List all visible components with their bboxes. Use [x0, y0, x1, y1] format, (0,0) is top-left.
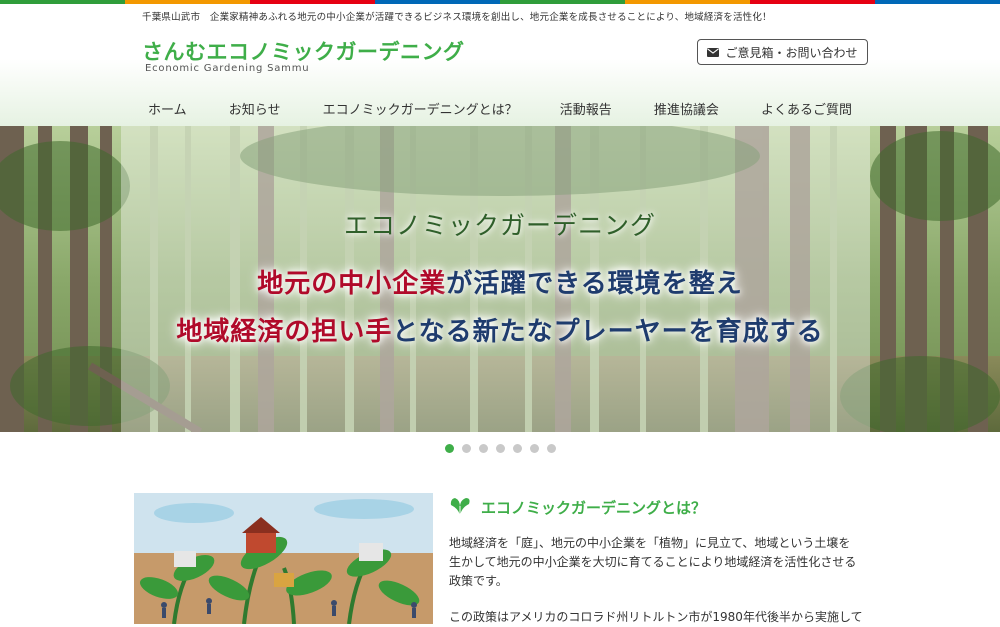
slider-dots	[0, 444, 1000, 454]
site-logo-subtitle[interactable]: Economic Gardening Sammu	[145, 63, 309, 74]
hero-slider[interactable]: エコノミックガーデニング 地元の中小企業が活躍できる環境を整え 地域経済の担い手…	[0, 126, 1000, 432]
nav-item-reports[interactable]: 活動報告	[542, 99, 630, 118]
slider-dot-7[interactable]	[546, 444, 556, 453]
hero-line-2: 地域経済の担い手となる新たなプレーヤーを育成する	[0, 311, 1000, 348]
about-paragraph-2: この政策はアメリカのコロラド州リトルトン市が1980年代後半から実施して	[449, 610, 863, 624]
main-nav: ホーム お知らせ エコノミックガーデニングとは？ 活動報告 推進協議会 よくある…	[130, 95, 870, 121]
nav-item-home[interactable]: ホーム	[130, 99, 205, 118]
about-title-text: エコノミックガーデニングとは？	[481, 498, 707, 517]
hero-line-1: 地元の中小企業が活躍できる環境を整え	[0, 263, 1000, 300]
slider-dot-4[interactable]	[495, 444, 505, 453]
about-section-title: エコノミックガーデニングとは？	[447, 495, 706, 519]
site-header: 千葉県山武市 企業家精神あふれる地元の中小企業が活躍できるビジネス環境を創出し、…	[0, 4, 1000, 127]
slider-dot-6[interactable]	[529, 444, 539, 453]
slider-dot-1[interactable]	[444, 444, 454, 453]
contact-button-label: ご意見箱・お問い合わせ	[725, 45, 858, 60]
site-tagline: 千葉県山武市 企業家精神あふれる地元の中小企業が活躍できるビジネス環境を創出し、…	[142, 12, 772, 23]
nav-item-council[interactable]: 推進協議会	[636, 99, 737, 118]
site-logo-title[interactable]: さんむエコノミックガーデニング	[142, 36, 465, 66]
envelope-icon	[707, 47, 720, 57]
hero-line-1-highlight: 地元の中小企業	[257, 269, 447, 299]
slider-dot-2[interactable]	[461, 444, 471, 453]
hero-heading: エコノミックガーデニング	[343, 211, 656, 240]
nav-item-faq[interactable]: よくあるご質問	[743, 99, 870, 118]
hero-line-2-text: となる新たなプレーヤーを育成する	[392, 317, 824, 347]
slider-dot-5[interactable]	[512, 444, 522, 453]
nav-item-news[interactable]: お知らせ	[211, 99, 299, 118]
about-paragraph-1: 地域経済を「庭」、地元の中小企業を「植物」に見立て、地域という土壌を生かして地元…	[449, 536, 857, 588]
contact-button[interactable]: ご意見箱・お問い合わせ	[697, 39, 868, 65]
hero-line-1-text: が活躍できる環境を整え	[446, 269, 743, 299]
nav-item-about[interactable]: エコノミックガーデニングとは？	[305, 99, 536, 118]
hero-line-2-highlight: 地域経済の担い手	[176, 317, 393, 347]
slider-dot-3[interactable]	[478, 444, 488, 453]
leaf-icon	[450, 498, 470, 516]
economic-gardening-illustration	[134, 493, 433, 624]
